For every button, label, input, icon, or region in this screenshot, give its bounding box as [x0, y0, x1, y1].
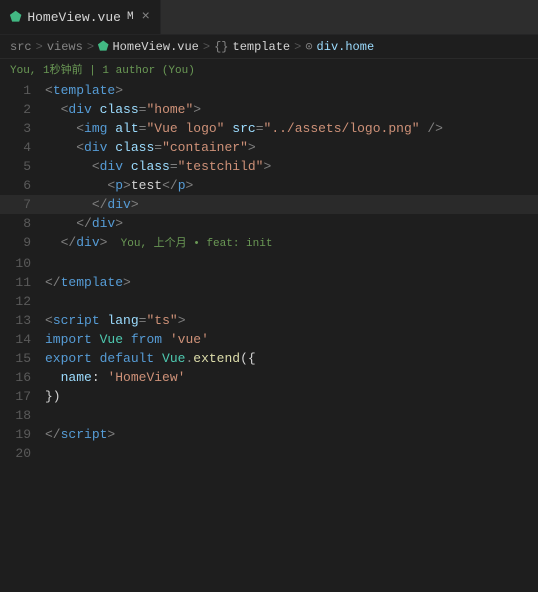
editor-line[interactable]: 16 name: 'HomeView' [0, 368, 538, 387]
line-content: <template> [41, 81, 538, 100]
breadcrumb-tag-icon: {} [214, 40, 228, 54]
breadcrumb-divclass[interactable]: div.home [317, 40, 375, 54]
editor-line[interactable]: 3 <img alt="Vue logo" src="../assets/log… [0, 119, 538, 138]
line-number: 2 [3, 100, 41, 119]
git-info-text: You, 1秒钟前 | 1 author (You) [10, 65, 195, 77]
breadcrumb-sep4: > [294, 40, 301, 54]
line-number: 14 [3, 330, 41, 349]
editor-line[interactable]: 7 </div> [0, 195, 538, 214]
editor-line[interactable]: 6 <p>test</p> [0, 176, 538, 195]
breadcrumb-filename[interactable]: HomeView.vue [112, 40, 198, 54]
line-number: 11 [3, 273, 41, 292]
line-number: 12 [3, 292, 41, 311]
editor-line[interactable]: 8 </div> [0, 214, 538, 233]
editor-line[interactable]: 5 <div class="testchild"> [0, 157, 538, 176]
line-number: 4 [3, 138, 41, 157]
tab-homeview[interactable]: ⬟ HomeView.vue M × [0, 0, 161, 34]
line-number: 16 [3, 368, 41, 387]
line-number: 8 [3, 214, 41, 233]
tab-bar: ⬟ HomeView.vue M × [0, 0, 538, 35]
editor-line[interactable]: 14import Vue from 'vue' [0, 330, 538, 349]
line-content: <img alt="Vue logo" src="../assets/logo.… [41, 119, 538, 138]
editor-line[interactable]: 12 [0, 292, 538, 311]
editor-line[interactable]: 13<script lang="ts"> [0, 311, 538, 330]
line-number: 18 [3, 406, 41, 425]
line-content: import Vue from 'vue' [41, 330, 538, 349]
editor-line[interactable]: 4 <div class="container"> [0, 138, 538, 157]
editor-line[interactable]: 19</script> [0, 425, 538, 444]
line-content: <p>test</p> [41, 176, 538, 195]
tab-close-button[interactable]: × [142, 9, 150, 25]
line-number: 7 [3, 195, 41, 214]
tab-modified-indicator: M [127, 11, 134, 23]
editor-line[interactable]: 20 [0, 444, 538, 463]
line-number: 15 [3, 349, 41, 368]
line-content: </script> [41, 425, 538, 444]
vue-icon: ⬟ [10, 10, 21, 25]
git-info-bar: You, 1秒钟前 | 1 author (You) [0, 59, 538, 81]
editor-line[interactable]: 10 [0, 254, 538, 273]
editor-line[interactable]: 11</template> [0, 273, 538, 292]
line-content: </div> You, 上个月 • feat: init [41, 233, 538, 254]
line-content: }) [41, 387, 538, 406]
breadcrumb-sep2: > [87, 40, 94, 54]
line-number: 10 [3, 254, 41, 273]
tab-label: HomeView.vue [27, 10, 121, 25]
line-number: 5 [3, 157, 41, 176]
line-number: 17 [3, 387, 41, 406]
line-number: 19 [3, 425, 41, 444]
editor-line[interactable]: 2 <div class="home"> [0, 100, 538, 119]
line-number: 9 [3, 233, 41, 252]
line-number: 3 [3, 119, 41, 138]
line-content: </template> [41, 273, 538, 292]
line-content: <div class="home"> [41, 100, 538, 119]
breadcrumb-link-icon: ⊙ [305, 39, 312, 54]
line-content: name: 'HomeView' [41, 368, 538, 387]
editor-line[interactable]: 18 [0, 406, 538, 425]
line-content: <div class="container"> [41, 138, 538, 157]
line-content: </div> [41, 195, 538, 214]
breadcrumb: src > views > ⬟ HomeView.vue > {} templa… [0, 35, 538, 59]
line-content: export default Vue.extend({ [41, 349, 538, 368]
editor-line[interactable]: 15export default Vue.extend({ [0, 349, 538, 368]
line-number: 1 [3, 81, 41, 100]
breadcrumb-sep1: > [36, 40, 43, 54]
line-number: 6 [3, 176, 41, 195]
breadcrumb-views[interactable]: views [47, 40, 83, 54]
editor-area: 1<template>2 <div class="home">3 <img al… [0, 81, 538, 463]
breadcrumb-sep3: > [203, 40, 210, 54]
line-content: <div class="testchild"> [41, 157, 538, 176]
breadcrumb-vue-icon: ⬟ [98, 39, 108, 54]
line-content: <script lang="ts"> [41, 311, 538, 330]
editor-line[interactable]: 9 </div> You, 上个月 • feat: init [0, 233, 538, 254]
line-content: </div> [41, 214, 538, 233]
line-number: 20 [3, 444, 41, 463]
editor-line[interactable]: 1<template> [0, 81, 538, 100]
line-number: 13 [3, 311, 41, 330]
breadcrumb-template[interactable]: template [233, 40, 291, 54]
editor-line[interactable]: 17}) [0, 387, 538, 406]
breadcrumb-src[interactable]: src [10, 40, 32, 54]
